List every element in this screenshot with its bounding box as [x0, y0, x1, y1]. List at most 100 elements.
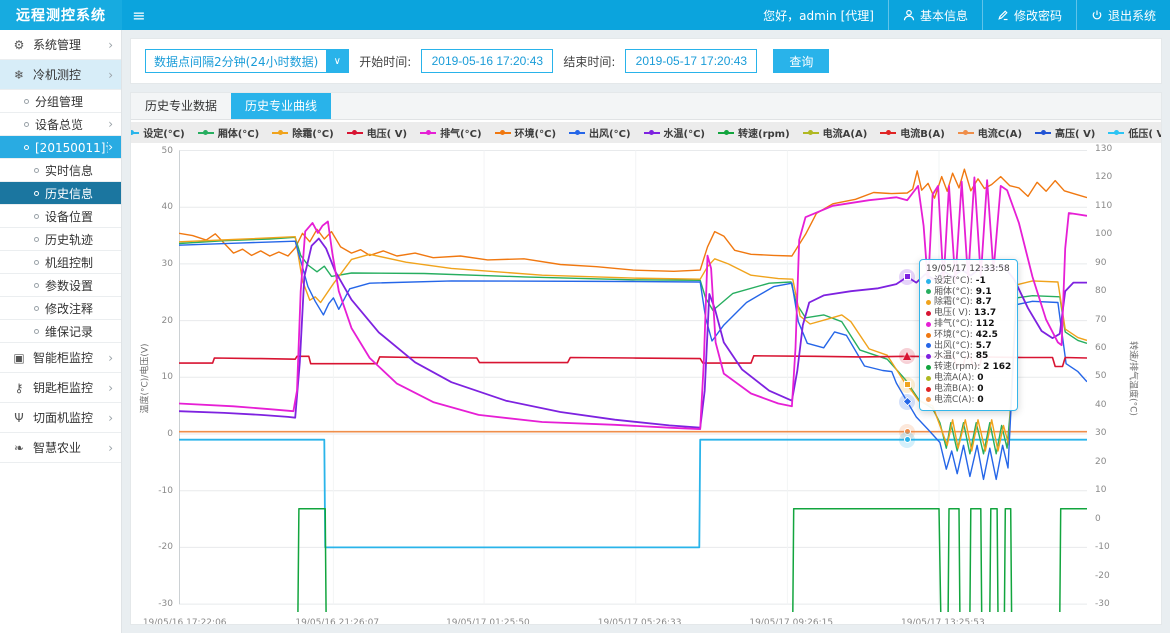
interval-select[interactable]: 数据点间隔2分钟(24小时数据) ∨: [145, 49, 349, 73]
left-axis-tick: -30: [147, 599, 173, 609]
right-axis-tick: 20: [1095, 457, 1106, 467]
sidebar-item-label: 系统管理: [33, 36, 108, 53]
bullet-icon: [24, 122, 29, 127]
legend-item-电流B(A)[interactable]: 电流B(A): [880, 125, 945, 140]
snowflake-icon: ❄: [12, 68, 26, 82]
tooltip-row: 除霜(°C): 8.7: [926, 297, 1011, 308]
sidebar-item-edit-notes[interactable]: 修改注释: [0, 297, 121, 320]
highlight-marker-设定(°C): [899, 432, 915, 448]
legend-marker-icon: [1108, 132, 1124, 134]
sidebar-item-label: 参数设置: [45, 277, 113, 294]
header-logout[interactable]: 退出系统: [1076, 0, 1170, 30]
legend-item-出风(°C)[interactable]: 出风(°C): [569, 125, 630, 140]
legend-label: 水温(°C): [664, 125, 705, 140]
chart-tooltip: 19/05/17 12:33:58 设定(°C): -1厢体(°C): 9.1除…: [919, 259, 1018, 411]
sidebar-item-device-overview[interactable]: 设备总览›: [0, 113, 121, 136]
end-time-input[interactable]: [625, 49, 757, 73]
left-axis-tick: 20: [147, 316, 173, 326]
sidebar-item-smart-agriculture[interactable]: ❧智慧农业›: [0, 433, 121, 463]
series-dot-icon: [926, 354, 931, 359]
app-title: 远程测控系统: [0, 0, 122, 30]
query-button[interactable]: 查询: [773, 49, 829, 73]
chevron-right-icon: ›: [108, 68, 113, 82]
bullet-icon: [34, 168, 39, 173]
highlight-marker-出风(°C): [899, 394, 915, 410]
series-dot-icon: [926, 311, 931, 316]
bullet-icon: [24, 145, 29, 150]
hamburger-icon[interactable]: ≡: [122, 6, 156, 25]
tab-history-data[interactable]: 历史专业数据: [131, 93, 231, 119]
legend-label: 设定(°C): [143, 125, 184, 140]
main-area: 数据点间隔2分钟(24小时数据) ∨ 开始时间: 结束时间: 查询 历史专业数据…: [122, 30, 1170, 633]
right-axis-tick: 90: [1095, 258, 1106, 268]
sidebar-item-label: 历史信息: [45, 185, 113, 202]
header-basic-info[interactable]: 基本信息: [888, 0, 982, 30]
sidebar-item-history-info[interactable]: 历史信息: [0, 182, 121, 205]
tab-bar: 历史专业数据 历史专业曲线: [131, 93, 1161, 120]
cabinet-icon: ▣: [12, 351, 26, 365]
sidebar-item-chiller-monitoring[interactable]: ❄冷机测控›: [0, 60, 121, 90]
right-axis-tick: 110: [1095, 201, 1112, 211]
sidebar-item-cutting-machine[interactable]: Ψ 切面机监控›: [0, 403, 121, 433]
content-panel: 历史专业数据 历史专业曲线 设定(°C) 厢体(°C) 除霜(°C) 电压( V) 排气…: [130, 92, 1162, 625]
sidebar-item-label: 修改注释: [45, 300, 113, 317]
legend-label: 厢体(°C): [218, 125, 259, 140]
tab-history-curve[interactable]: 历史专业曲线: [231, 93, 331, 119]
series-dot-icon: [926, 387, 931, 392]
edit-icon: [997, 9, 1009, 21]
series-dot-icon: [926, 333, 931, 338]
sidebar-item-smart-cabinet[interactable]: ▣智能柜监控›: [0, 343, 121, 373]
legend-item-高压( V)[interactable]: 高压( V): [1035, 125, 1095, 140]
chevron-right-icon: ›: [108, 411, 113, 425]
legend-item-设定(°C)[interactable]: 设定(°C): [130, 125, 185, 140]
legend-item-电流A(A)[interactable]: 电流A(A): [803, 125, 868, 140]
right-axis-tick: 120: [1095, 172, 1112, 182]
tooltip-rows: 设定(°C): -1厢体(°C): 9.1除霜(°C): 8.7电压( V): …: [926, 276, 1011, 406]
legend-label: 电流B(A): [900, 125, 945, 140]
legend-item-厢体(°C)[interactable]: 厢体(°C): [198, 125, 259, 140]
series-dot-icon: [926, 397, 931, 402]
sidebar-item-realtime-info[interactable]: 实时信息: [0, 159, 121, 182]
sidebar-item-label: 切面机监控: [33, 409, 108, 426]
x-axis-tick: 19/05/16 21:26:07: [295, 618, 379, 625]
legend-item-低压( V)[interactable]: 低压( V): [1108, 125, 1162, 140]
legend-item-排气(°C)[interactable]: 排气(°C): [420, 125, 481, 140]
tooltip-row: 电流A(A): 0: [926, 373, 1011, 384]
right-axis-tick: 100: [1095, 229, 1112, 239]
sidebar-item-history-track[interactable]: 历史轨迹: [0, 228, 121, 251]
machine-icon: Ψ: [12, 411, 26, 425]
right-axis-tick: 0: [1095, 514, 1101, 524]
legend-item-除霜(°C)[interactable]: 除霜(°C): [272, 125, 333, 140]
tooltip-row: 电压( V): 13.7: [926, 308, 1011, 319]
sidebar-item-group-management[interactable]: 分组管理: [0, 90, 121, 113]
legend-item-水温(°C)[interactable]: 水温(°C): [644, 125, 705, 140]
legend-item-电压( V)[interactable]: 电压( V): [347, 125, 407, 140]
legend-marker-icon: [718, 132, 734, 134]
sidebar-item-system-management[interactable]: ⚙系统管理›: [0, 30, 121, 60]
sidebar-item-device-location[interactable]: 设备位置: [0, 205, 121, 228]
user-greeting[interactable]: 您好，admin [代理]: [749, 0, 888, 30]
sidebar-item-device-detail[interactable]: [20150011]详情›: [0, 136, 121, 159]
bullet-icon: [34, 283, 39, 288]
tooltip-row: 出风(°C): 5.7: [926, 341, 1011, 352]
legend-item-环境(°C)[interactable]: 环境(°C): [495, 125, 556, 140]
key-icon: ⚷: [12, 381, 26, 395]
end-time-label: 结束时间:: [563, 53, 615, 70]
tooltip-row: 厢体(°C): 9.1: [926, 287, 1011, 298]
legend-label: 电压( V): [367, 125, 407, 140]
legend-label: 电流A(A): [823, 125, 868, 140]
legend-item-转速(rpm)[interactable]: 转速(rpm): [718, 125, 790, 140]
legend-item-电流C(A)[interactable]: 电流C(A): [958, 125, 1022, 140]
sidebar-item-parameter-settings[interactable]: 参数设置: [0, 274, 121, 297]
sidebar-item-key-cabinet[interactable]: ⚷钥匙柜监控›: [0, 373, 121, 403]
sidebar-item-maintenance-records[interactable]: 维保记录: [0, 320, 121, 343]
sidebar-item-unit-control[interactable]: 机组控制: [0, 251, 121, 274]
x-axis-tick: 19/05/17 13:25:53: [901, 618, 985, 625]
start-time-input[interactable]: [421, 49, 553, 73]
legend-label: 环境(°C): [515, 125, 556, 140]
bullet-icon: [34, 191, 39, 196]
header-change-password[interactable]: 修改密码: [982, 0, 1076, 30]
left-axis-tick: -10: [147, 486, 173, 496]
right-axis-tick: 10: [1095, 485, 1106, 495]
right-axis-tick: -20: [1095, 571, 1110, 581]
